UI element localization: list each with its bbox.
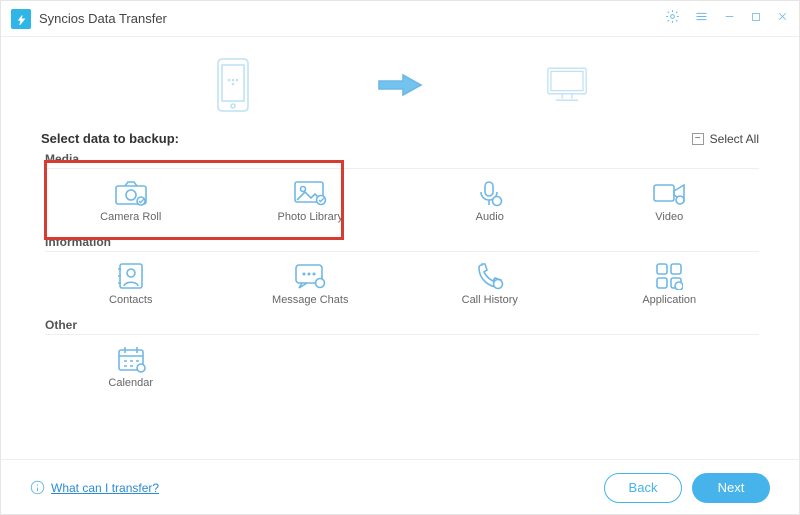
group-info-grid: Contacts Message Chats Call History Appl… (41, 254, 759, 312)
calendar-icon (113, 345, 149, 373)
item-message-chats[interactable]: Message Chats (221, 254, 401, 312)
group-other-label: Other (45, 318, 759, 335)
content-area: Select data to backup: − Select All Medi… (1, 127, 799, 395)
source-phone-icon (209, 55, 257, 115)
apps-icon (651, 262, 687, 290)
section-title: Select data to backup: (41, 131, 179, 146)
select-all-checkbox-icon: − (692, 133, 704, 145)
item-label: Photo Library (278, 211, 343, 223)
item-label: Call History (462, 294, 518, 306)
maximize-button[interactable] (750, 10, 762, 28)
target-pc-icon (543, 55, 591, 115)
item-application[interactable]: Application (580, 254, 760, 312)
video-icon (651, 179, 687, 207)
item-label: Contacts (109, 294, 152, 306)
audio-icon (472, 179, 508, 207)
phone-icon (472, 262, 508, 290)
app-title: Syncios Data Transfer (39, 11, 167, 26)
back-button[interactable]: Back (604, 473, 682, 503)
item-contacts[interactable]: Contacts (41, 254, 221, 312)
item-label: Message Chats (272, 294, 348, 306)
item-label: Calendar (108, 377, 153, 389)
item-label: Audio (476, 211, 504, 223)
item-audio[interactable]: Audio (400, 171, 580, 229)
item-video[interactable]: Video (580, 171, 760, 229)
group-other-grid: Calendar (41, 337, 759, 395)
item-label: Camera Roll (100, 211, 161, 223)
arrow-right-icon (377, 73, 423, 97)
device-stage (1, 37, 799, 127)
select-all-label: Select All (710, 132, 759, 146)
item-photo-library[interactable]: Photo Library (221, 171, 401, 229)
item-label: Application (642, 294, 696, 306)
footer: What can I transfer? Back Next (0, 459, 800, 515)
item-calendar[interactable]: Calendar (41, 337, 221, 395)
help-link-text[interactable]: What can I transfer? (51, 481, 159, 495)
group-info-label: Information (45, 235, 759, 252)
help-link[interactable]: What can I transfer? (30, 480, 159, 495)
group-media-label: Media (45, 152, 759, 169)
minimize-button[interactable] (723, 10, 736, 28)
message-icon (292, 262, 328, 290)
camera-icon (113, 179, 149, 207)
titlebar: Syncios Data Transfer (1, 1, 799, 37)
close-button[interactable] (776, 10, 789, 28)
next-button[interactable]: Next (692, 473, 770, 503)
item-call-history[interactable]: Call History (400, 254, 580, 312)
item-camera-roll[interactable]: Camera Roll (41, 171, 221, 229)
group-media-grid: Camera Roll Photo Library Audio Video (41, 171, 759, 229)
item-label: Video (655, 211, 683, 223)
photo-icon (292, 179, 328, 207)
app-logo (11, 9, 31, 29)
contacts-icon (113, 262, 149, 290)
gear-icon[interactable] (665, 9, 680, 29)
menu-icon[interactable] (694, 9, 709, 29)
select-all-toggle[interactable]: − Select All (692, 132, 759, 146)
